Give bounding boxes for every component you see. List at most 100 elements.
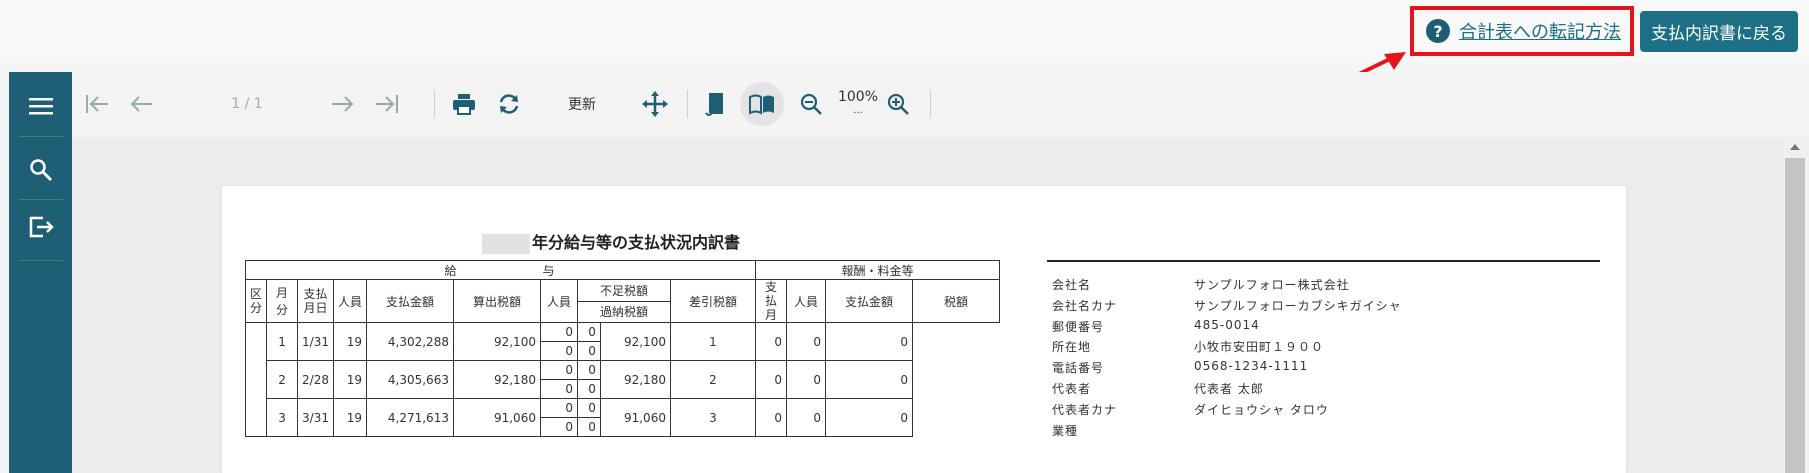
company-info-value: 485-0014 [1194,317,1260,332]
company-info-value: ダイヒョウシャ タロウ [1194,402,1329,417]
company-info-label: 代表者 [1052,381,1092,396]
cell-net-tax: 92,180 [599,360,671,399]
search-icon [29,159,52,182]
cell-people-over: 0 [539,417,578,437]
company-info-row: 代表者カナ ダイヒョウシャ タロウ [1052,401,1402,422]
cell-people-over: 0 [539,341,578,361]
book-icon [749,94,774,115]
page-view-icon [705,93,723,116]
cell-fee-amount: 0 [785,322,826,361]
sidebar [9,72,72,473]
viewer-toolbar: 1 / 1 更新 100% ... [72,72,1809,138]
first-page-icon [86,95,108,113]
next-page-button[interactable] [328,86,358,122]
company-info-value: 代表者 太郎 [1194,381,1264,396]
cell-amount: 4,305,663 [365,360,454,399]
col-people-2: 人員 [539,279,578,323]
company-rule [1047,260,1600,262]
col-kubun: 区分 [244,279,268,323]
book-view-button[interactable] [740,82,784,126]
toolbar-divider [930,90,931,118]
document-title-text: 年分給与等の支払状況内訳書 [532,233,741,252]
col-fee-people: 人員 [785,279,826,323]
sidebar-divider [19,136,63,137]
cell-short-tax: 0 [576,322,601,342]
company-info: 会社名 サンプルフォロー株式会社 会社名カナ サンプルフォローカブシキガイシャ 郵便番号… [1052,276,1402,442]
single-page-button[interactable] [700,86,730,122]
zoom-in-button[interactable] [883,86,913,122]
last-page-icon [376,95,398,113]
cell-people-short: 0 [539,322,578,342]
cell-calc-tax: 91,060 [452,398,541,437]
scrollbar-thumb[interactable] [1785,158,1805,473]
zoom-value: 100% [837,89,879,105]
help-highlight-box: ? 合計表への転記方法 [1410,6,1634,56]
document-page: 年分給与等の支払状況内訳書 給 与 報酬・料金等 区分 月分 支払月日 人員 支… [222,186,1626,473]
cell-short-tax: 0 [576,398,601,418]
pan-button[interactable] [640,86,670,122]
cell-people: 19 [332,398,367,437]
zoom-out-button[interactable] [796,86,826,122]
scroll-up-icon[interactable] [1790,144,1800,152]
company-info-label: 電話番号 [1052,361,1105,376]
cell-short-tax: 0 [576,360,601,380]
company-info-value: サンプルフォロー株式会社 [1194,278,1350,292]
export-button[interactable] [9,199,72,255]
table-row: 2 2/28 19 4,305,663 92,180 0 0 92,180 2 0 0 0 [246,360,1000,399]
search-button[interactable] [9,142,72,198]
cell-fee-people: 0 [754,322,787,361]
cell-fee-tax: 0 [824,322,913,361]
cell-people-short: 0 [539,360,578,380]
prev-page-button[interactable] [126,86,156,122]
refresh-label[interactable]: 更新 [562,86,602,122]
help-link[interactable]: 合計表への転記方法 [1459,18,1621,44]
company-info-label: 所在地 [1052,340,1092,355]
cell-fee-month: 3 [669,398,756,437]
group-header-fees: 報酬・料金等 [754,260,1000,280]
cell-fee-tax: 0 [824,398,913,437]
cell-over-tax: 0 [576,379,601,399]
col-calc-tax: 算出税額 [452,279,541,323]
col-month: 月分 [266,279,299,323]
col-fee-month: 支払月 [754,279,787,323]
refresh-button[interactable] [494,86,524,122]
zoom-more: ... [853,105,863,116]
cell-month: 1 [266,322,299,361]
help-icon: ? [1426,19,1450,43]
cell-date: 3/31 [297,398,334,437]
company-info-value: 小牧市安田町１９００ [1194,340,1325,355]
company-info-row: 電話番号 0568-1234-1111 [1052,359,1402,380]
cell-people-short: 0 [539,398,578,418]
cell-fee-month: 1 [669,322,756,361]
last-page-button[interactable] [372,86,402,122]
cell-date: 2/28 [297,360,334,399]
first-page-button[interactable] [82,86,112,122]
cell-over-tax: 0 [576,417,601,437]
menu-button[interactable] [9,78,72,134]
cell-calc-tax: 92,100 [452,322,541,361]
company-info-row: 代表者 代表者 太郎 [1052,380,1402,401]
back-to-statement-button[interactable]: 支払内訳書に戻る [1640,11,1798,52]
col-fee-tax: 税額 [911,279,1000,323]
group-header-salary: 給 与 [245,260,756,280]
company-info-label: 業種 [1052,423,1079,438]
zoom-level[interactable]: 100% ... [834,86,882,122]
document-title: 年分給与等の支払状況内訳書 [482,229,740,254]
company-info-label: 郵便番号 [1052,319,1105,334]
page-indicator[interactable]: 1 / 1 [222,86,272,122]
cell-over-tax: 0 [576,341,601,361]
toolbar-divider [687,90,688,118]
toolbar-divider [434,90,435,118]
arrow-left-icon [130,96,152,112]
cell-fee-people: 0 [754,360,787,399]
col-short-tax: 不足税額 [576,279,671,302]
cell-net-tax: 92,100 [599,322,671,361]
cell-net-tax: 91,060 [599,398,671,437]
table-row: 1 1/31 19 4,302,288 92,100 0 0 92,100 1 0 0 0 [244,322,1000,437]
company-info-value: 0568-1234-1111 [1194,359,1309,374]
col-net-tax: 差引税額 [669,279,756,323]
cell-fee-people: 0 [754,398,787,437]
cell-fee-month: 2 [669,360,756,399]
print-button[interactable] [449,86,479,122]
cell-people: 19 [332,322,367,361]
